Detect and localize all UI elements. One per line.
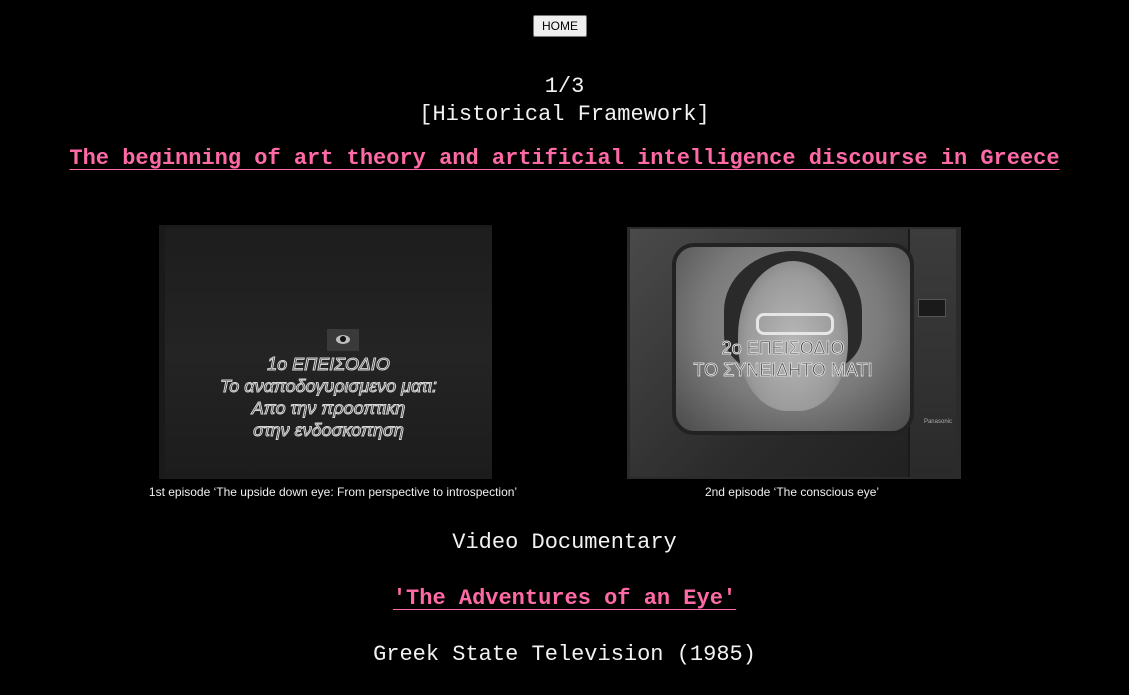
home-button[interactable]: HOME [533, 15, 587, 37]
episode-1-overlay-text: 1ο ΕΠΕΙΣΟΔΙΟ Το αναποδογυρισμενο ματι: Α… [165, 353, 492, 441]
section-label: [Historical Framework] [419, 102, 710, 127]
episode-2-caption: 2nd episode ‘The conscious eye’ [704, 485, 880, 499]
eye-icon [327, 329, 359, 351]
episode-1-overlay-line: Το αναποδογυρισμενο ματι: [219, 376, 438, 397]
page-counter: 1/3 [544, 74, 585, 99]
tv-side-panel: Panasonic [908, 229, 956, 477]
episode-2-overlay-text: 2ο ΕΠΕΙΣΟΔΙΟ ΤΟ ΣΥΝΕΙΔΗΤΟ ΜΑΤΙ [670, 337, 896, 381]
tv-set: Panasonic 2ο ΕΠΕΙΣΟΔΙΟ ΤΟ ΣΥΝΕΙΔΗΤΟ ΜΑΤΙ [630, 229, 956, 477]
face-shape [738, 261, 848, 411]
episode-1-overlay-line: 1ο ΕΠΕΙΣΟΔΙΟ [267, 354, 391, 375]
episode-1-overlay-line: στην ενδοσκοπηση [253, 420, 405, 441]
episode-2-overlay-line: ΤΟ ΣΥΝΕΙΔΗΤΟ ΜΑΤΙ [693, 360, 873, 381]
page-title-link[interactable]: The beginning of art theory and artifici… [69, 146, 1059, 171]
documentary-title-container: 'The Adventures of an Eye' [0, 585, 1129, 613]
page-title-container: The beginning of art theory and artifici… [0, 144, 1129, 174]
episode-1-still: 1ο ΕΠΕΙΣΟΔΙΟ Το αναποδογυρισμενο ματι: Α… [159, 225, 492, 479]
glasses-shape [756, 313, 834, 335]
tv-knobs [918, 299, 946, 317]
episode-2-overlay-line: 2ο ΕΠΕΙΣΟΔΙΟ [721, 338, 845, 359]
documentary-label: Video Documentary [452, 530, 677, 555]
documentary-title-link[interactable]: 'The Adventures of an Eye' [393, 586, 736, 611]
episode-1-overlay-line: Απο την προοπτικη [251, 398, 406, 419]
episode-1-caption: 1st episode ‘The upside down eye: From p… [148, 485, 518, 499]
episode-1-frame: 1ο ΕΠΕΙΣΟΔΙΟ Το αναποδογυρισμενο ματι: Α… [165, 227, 492, 479]
documentary-source: Greek State Television (1985) [373, 642, 756, 667]
episode-2-still: Panasonic 2ο ΕΠΕΙΣΟΔΙΟ ΤΟ ΣΥΝΕΙΔΗΤΟ ΜΑΤΙ [627, 227, 961, 479]
tv-brand-label: Panasonic [923, 419, 952, 425]
